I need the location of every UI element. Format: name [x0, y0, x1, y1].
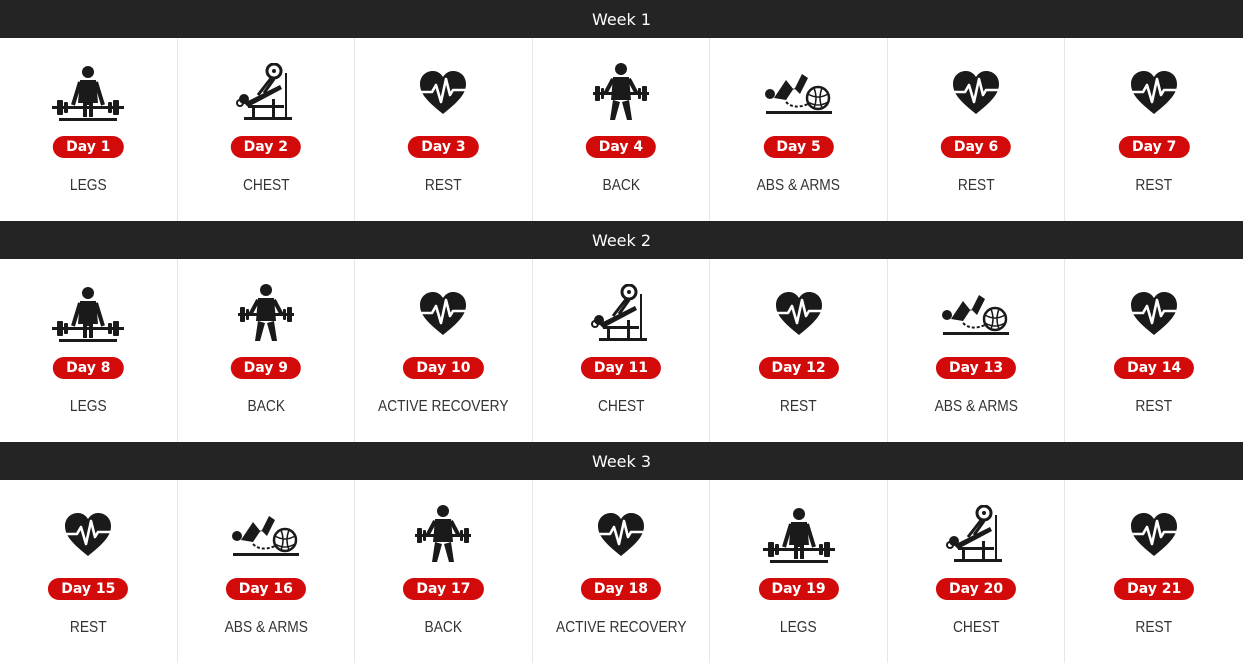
workout-name: REST [1135, 398, 1173, 415]
day-cell[interactable]: Day 3 REST [355, 38, 533, 221]
workout-name: LEGS [69, 398, 107, 415]
day-badge: Day 9 [230, 357, 302, 379]
week-days: Day 1 LEGS Day 2 CHEST Day 3 REST Day 4 BACK… [0, 38, 1243, 221]
heartbeat-icon [403, 63, 483, 123]
heartbeat-icon [1114, 505, 1194, 565]
heartbeat-icon [759, 284, 839, 344]
week-1: Week 1 Day 1 LEGS Day 2 CHEST Day 3 REST Da… [0, 0, 1243, 221]
day-badge: Day 3 [408, 136, 479, 158]
workout-name: REST [425, 177, 462, 194]
day-cell[interactable]: Day 16 ABS & ARMS [178, 480, 356, 663]
day-cell[interactable]: Day 14 REST [1065, 259, 1243, 442]
barbell-row-icon [226, 284, 306, 344]
day-badge: Day 14 [1114, 357, 1195, 379]
workout-name: REST [957, 177, 995, 194]
workout-name: REST [1135, 619, 1173, 636]
bench-press-icon [226, 63, 306, 123]
day-badge: Day 1 [53, 136, 124, 158]
day-cell[interactable]: Day 2 CHEST [178, 38, 356, 221]
day-badge: Day 15 [48, 578, 129, 600]
day-cell[interactable]: Day 5 ABS & ARMS [710, 38, 888, 221]
day-badge: Day 16 [225, 578, 306, 600]
workout-name: BACK [424, 619, 463, 636]
day-cell[interactable]: Day 4 BACK [533, 38, 711, 221]
day-badge: Day 12 [758, 357, 839, 379]
day-cell[interactable]: Day 15 REST [0, 480, 178, 663]
week-header: Week 3 [0, 442, 1243, 480]
day-cell[interactable]: Day 10 ACTIVE RECOVERY [355, 259, 533, 442]
day-cell[interactable]: Day 20 CHEST [888, 480, 1066, 663]
day-cell[interactable]: Day 1 LEGS [0, 38, 178, 221]
ab-ball-icon [759, 63, 839, 123]
day-badge: Day 7 [1118, 136, 1190, 158]
workout-name: LEGS [780, 619, 817, 636]
workout-name: CHEST [242, 177, 290, 194]
ab-ball-icon [226, 505, 306, 565]
workout-name: REST [69, 619, 107, 636]
day-badge: Day 13 [936, 357, 1017, 379]
workout-name: REST [1135, 177, 1173, 194]
day-badge: Day 8 [53, 357, 124, 379]
day-badge: Day 19 [758, 578, 839, 600]
heartbeat-icon [48, 505, 128, 565]
heartbeat-icon [1114, 63, 1194, 123]
workout-name: REST [780, 398, 817, 415]
day-cell[interactable]: Day 7 REST [1065, 38, 1243, 221]
day-cell[interactable]: Day 12 REST [710, 259, 888, 442]
workout-name: ABS & ARMS [934, 398, 1018, 415]
deadlift-icon [48, 284, 128, 344]
day-cell[interactable]: Day 18 ACTIVE RECOVERY [533, 480, 711, 663]
day-badge: Day 10 [403, 357, 484, 379]
workout-name: LEGS [69, 177, 107, 194]
heartbeat-icon [403, 284, 483, 344]
day-badge: Day 20 [936, 578, 1017, 600]
workout-name: ACTIVE RECOVERY [378, 398, 509, 415]
day-cell[interactable]: Day 6 REST [888, 38, 1066, 221]
day-badge: Day 11 [580, 357, 662, 379]
week-header: Week 2 [0, 221, 1243, 259]
deadlift-icon [759, 505, 839, 565]
week-3: Week 3 Day 15 REST Day 16 ABS & ARMS Day 1… [0, 442, 1243, 663]
heartbeat-icon [1114, 284, 1194, 344]
week-header: Week 1 [0, 0, 1243, 38]
workout-name: BACK [602, 177, 640, 194]
week-days: Day 15 REST Day 16 ABS & ARMS Day 17 BACK D… [0, 480, 1243, 663]
day-cell[interactable]: Day 9 BACK [178, 259, 356, 442]
bench-press-icon [581, 284, 661, 344]
week-days: Day 8 LEGS Day 9 BACK Day 10 ACTIVE RECOVER… [0, 259, 1243, 442]
day-badge: Day 6 [940, 136, 1012, 158]
heartbeat-icon [936, 63, 1016, 123]
day-badge: Day 17 [403, 578, 484, 600]
workout-name: CHEST [597, 398, 645, 415]
day-cell[interactable]: Day 17 BACK [355, 480, 533, 663]
workout-name: CHEST [952, 619, 1000, 636]
week-2: Week 2 Day 8 LEGS Day 9 BACK Day 10 ACTIVE … [0, 221, 1243, 442]
day-badge: Day 21 [1114, 578, 1195, 600]
workout-schedule: Week 1 Day 1 LEGS Day 2 CHEST Day 3 REST Da… [0, 0, 1243, 663]
day-badge: Day 5 [763, 136, 834, 158]
day-badge: Day 4 [585, 136, 657, 158]
workout-name: ACTIVE RECOVERY [555, 619, 687, 636]
day-cell[interactable]: Day 13 ABS & ARMS [888, 259, 1066, 442]
ab-ball-icon [936, 284, 1016, 344]
day-cell[interactable]: Day 11 CHEST [533, 259, 711, 442]
deadlift-icon [48, 63, 128, 123]
barbell-row-icon [581, 63, 661, 123]
bench-press-icon [936, 505, 1016, 565]
day-badge: Day 18 [580, 578, 662, 600]
workout-name: ABS & ARMS [756, 177, 841, 194]
barbell-row-icon [403, 505, 483, 565]
workout-name: ABS & ARMS [224, 619, 308, 636]
day-badge: Day 2 [230, 136, 302, 158]
heartbeat-icon [581, 505, 661, 565]
workout-name: BACK [247, 398, 285, 415]
day-cell[interactable]: Day 8 LEGS [0, 259, 178, 442]
day-cell[interactable]: Day 21 REST [1065, 480, 1243, 663]
day-cell[interactable]: Day 19 LEGS [710, 480, 888, 663]
